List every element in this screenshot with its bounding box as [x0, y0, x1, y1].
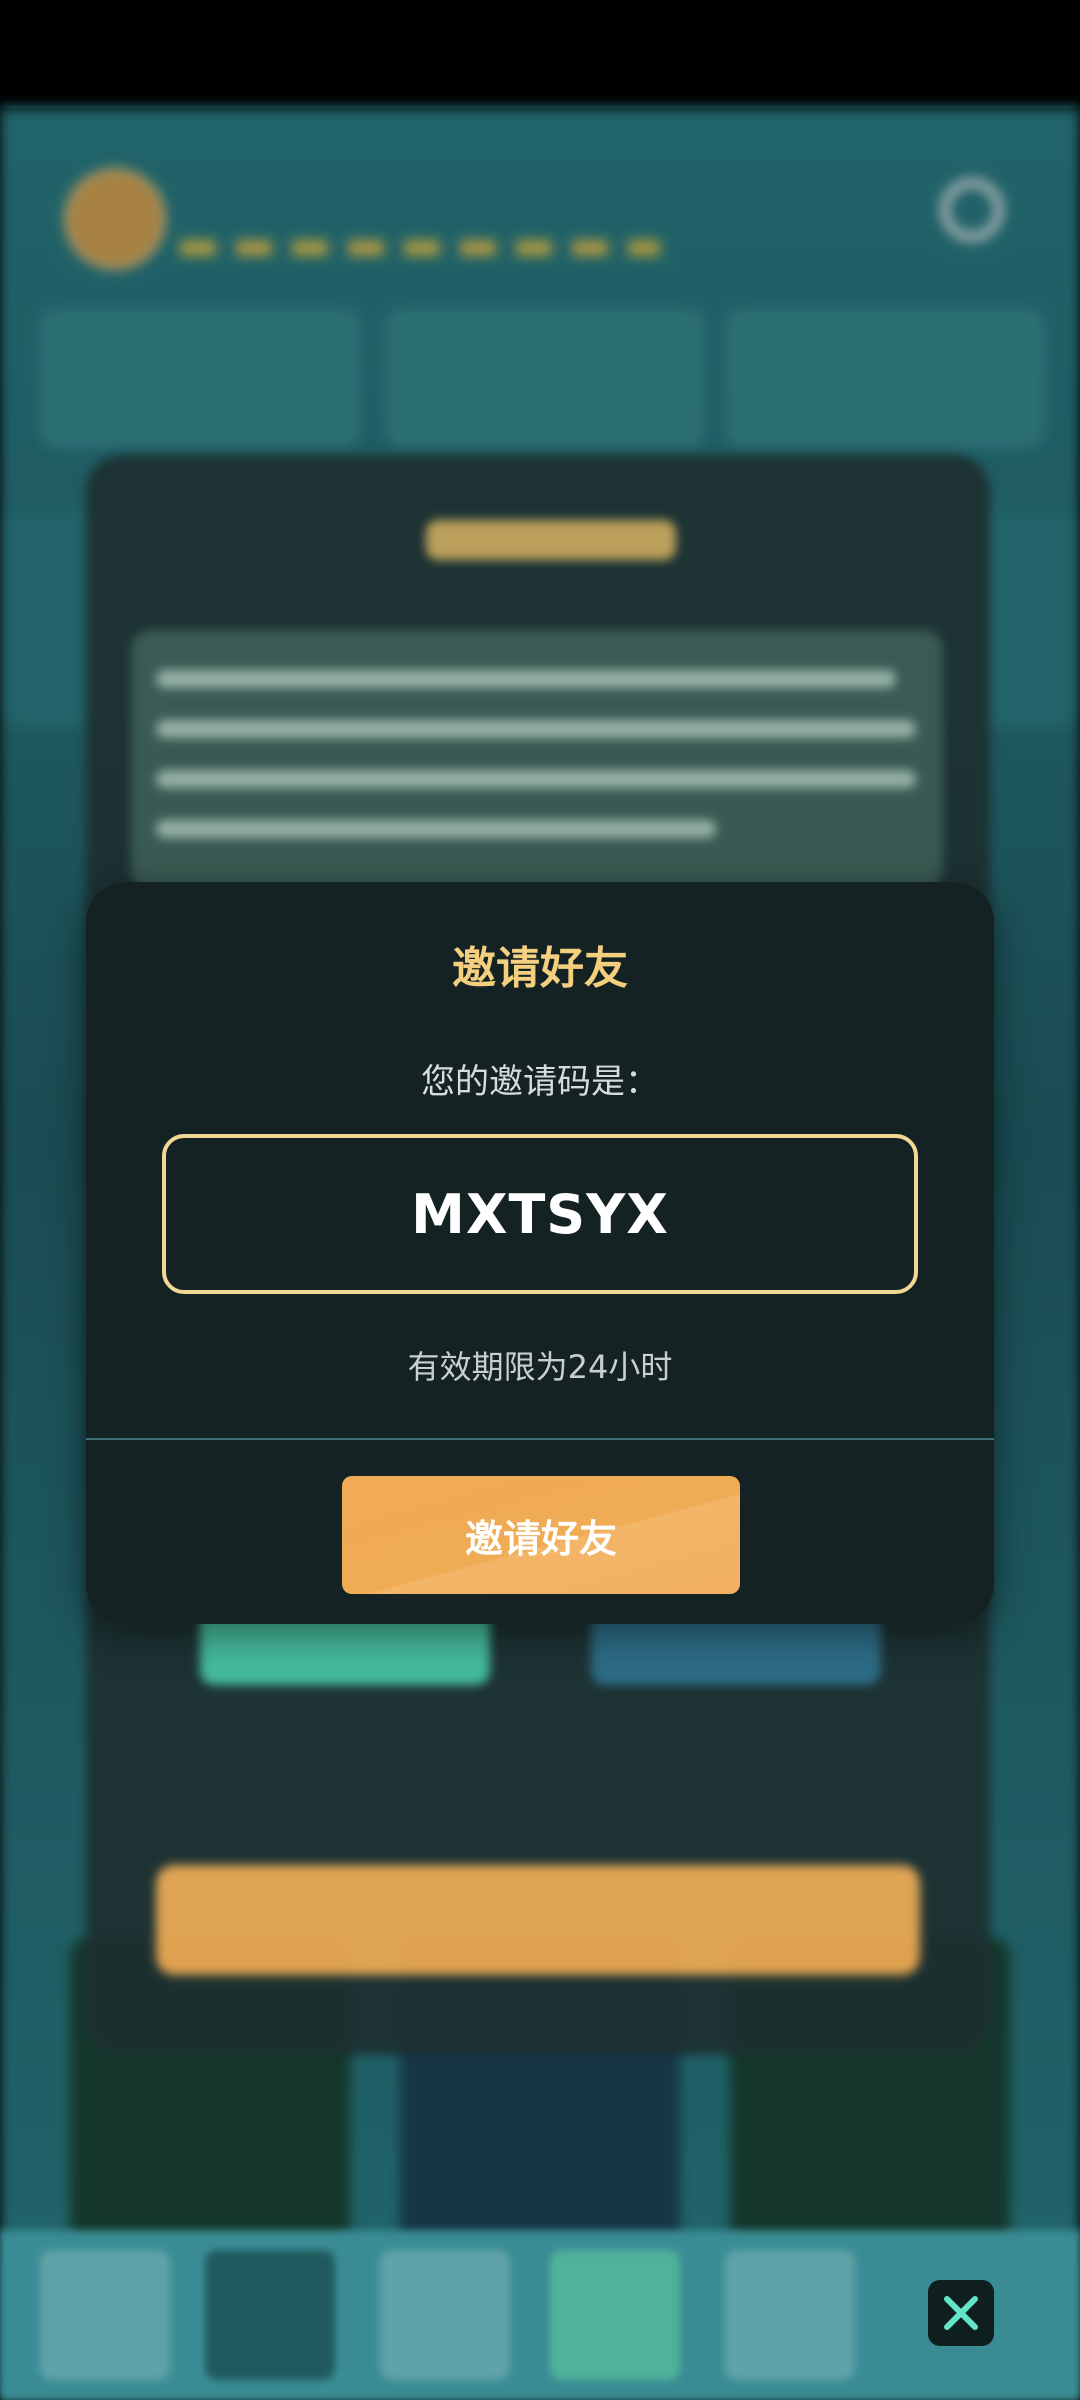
- divider: [86, 1438, 994, 1440]
- dialog-title: 邀请好友: [452, 943, 628, 994]
- close-icon: [944, 2296, 978, 2330]
- bottom-nav: [0, 2230, 1080, 2400]
- invite-friends-button[interactable]: 邀请好友: [342, 1476, 740, 1594]
- invite-friends-dialog: 邀请好友 您的邀请码是： MXTSYX 有效期限为24小时 邀请好友: [86, 882, 994, 1624]
- invite-code-box[interactable]: MXTSYX: [162, 1134, 918, 1294]
- validity-note: 有效期限为24小时: [407, 1348, 673, 1386]
- status-bar: [0, 0, 1080, 108]
- invite-code-value: MXTSYX: [411, 1182, 669, 1246]
- nav-close-button[interactable]: [928, 2280, 994, 2346]
- invite-code-label: 您的邀请码是：: [421, 1062, 659, 1102]
